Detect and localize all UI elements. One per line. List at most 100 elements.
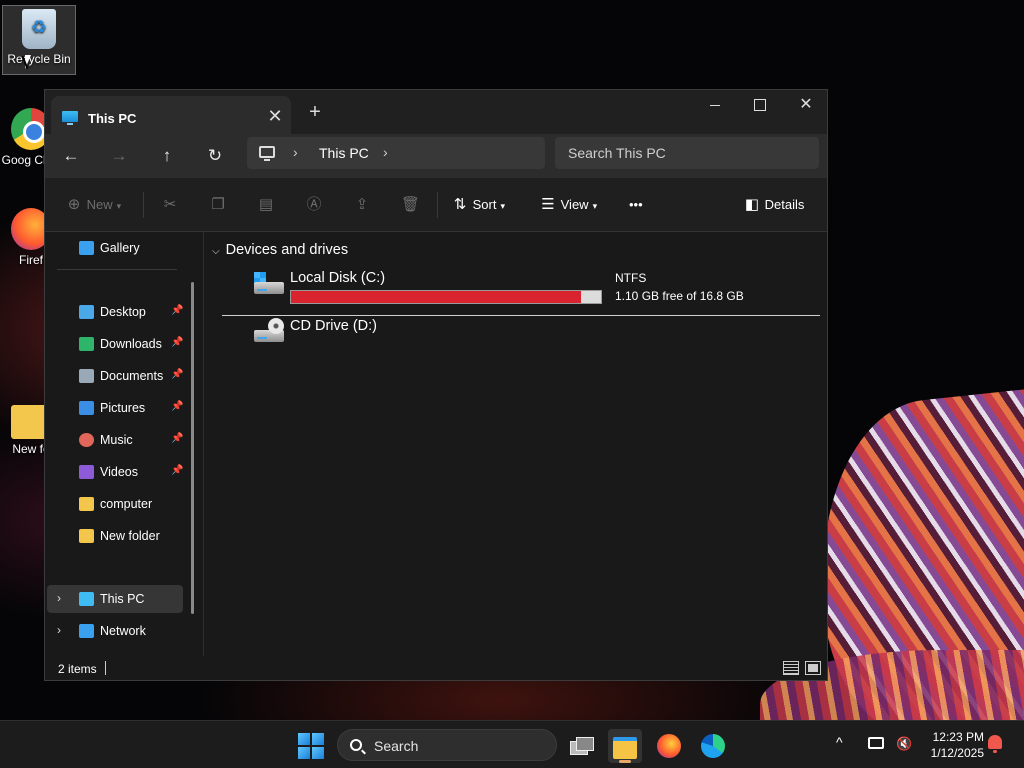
hard-drive-icon bbox=[254, 272, 284, 294]
sidebar-item-documents[interactable]: Documents 📌 bbox=[47, 362, 183, 390]
volume-muted-icon[interactable]: 🔇 bbox=[896, 736, 912, 752]
firefox-taskbar-icon[interactable] bbox=[652, 729, 686, 763]
chevron-right-icon[interactable]: › bbox=[57, 623, 61, 637]
sidebar-item-desktop[interactable]: Desktop 📌 bbox=[47, 298, 183, 326]
file-explorer-taskbar-icon[interactable] bbox=[608, 729, 642, 763]
folder-icon bbox=[79, 497, 94, 511]
sidebar-item-videos[interactable]: Videos 📌 bbox=[47, 458, 183, 486]
sort-button[interactable]: ⇅ Sort ▾ bbox=[451, 194, 505, 216]
delete-button[interactable]: 🗑 bbox=[401, 194, 421, 216]
plus-circle-icon: ⊕ bbox=[67, 196, 81, 213]
rename-button[interactable]: Ⓐ bbox=[305, 194, 323, 216]
pin-icon[interactable]: 📌 bbox=[171, 433, 183, 444]
more-options-button[interactable]: ••• bbox=[629, 194, 643, 216]
chevron-right-icon[interactable]: › bbox=[57, 591, 61, 605]
desktop-icon-recycle-bin[interactable]: Recycle Bin bbox=[2, 5, 76, 75]
toolbar-divider bbox=[437, 192, 438, 218]
paste-button[interactable]: ▤ bbox=[257, 194, 275, 216]
forward-button[interactable]: → bbox=[105, 142, 133, 170]
mouse-cursor-icon bbox=[25, 55, 31, 69]
drive-item-cd-drive[interactable]: CD Drive (D:) bbox=[252, 316, 827, 360]
pin-icon[interactable]: 📌 bbox=[171, 305, 183, 316]
sidebar-item-this-pc[interactable]: › This PC bbox=[47, 585, 183, 613]
cut-button[interactable]: ✂ bbox=[161, 194, 179, 216]
trash-icon: 🗑 bbox=[401, 196, 421, 213]
sidebar-item-label: Videos bbox=[100, 465, 138, 479]
sidebar-item-computer[interactable]: computer bbox=[47, 490, 183, 518]
sidebar-item-gallery[interactable]: Gallery bbox=[47, 234, 183, 262]
tiles-view-button[interactable] bbox=[805, 661, 821, 675]
sidebar-item-network[interactable]: › Network bbox=[47, 617, 183, 645]
sidebar-item-label: Network bbox=[100, 624, 146, 638]
view-list-icon: ☰ bbox=[541, 196, 555, 213]
show-hidden-icons-button[interactable]: ^ bbox=[836, 734, 843, 750]
sidebar-item-new-folder[interactable]: New folder bbox=[47, 522, 183, 550]
sidebar-item-label: Documents bbox=[100, 369, 164, 383]
sidebar-item-music[interactable]: Music 📌 bbox=[47, 426, 183, 454]
toolbar-divider bbox=[143, 192, 144, 218]
close-button[interactable]: ✕ bbox=[783, 92, 827, 118]
new-tab-button[interactable]: + bbox=[305, 102, 325, 123]
music-icon bbox=[79, 433, 94, 447]
details-label: Details bbox=[764, 197, 805, 212]
clipboard-icon: ▤ bbox=[258, 196, 274, 213]
sidebar-scrollbar[interactable] bbox=[191, 282, 194, 614]
taskbar-search[interactable]: Search bbox=[337, 729, 557, 761]
view-button[interactable]: ☰ View ▾ bbox=[539, 194, 597, 216]
sidebar-item-downloads[interactable]: Downloads 📌 bbox=[47, 330, 183, 358]
drive-free-space: 1.10 GB free of 16.8 GB bbox=[615, 289, 744, 303]
details-view-button[interactable] bbox=[783, 661, 799, 675]
taskbar: Search ^ 🔇 12:23 PM 1/12/2025 bbox=[0, 720, 1024, 768]
breadcrumb-chevron-icon[interactable]: › bbox=[293, 144, 298, 160]
network-icon[interactable] bbox=[868, 737, 884, 749]
search-input[interactable] bbox=[555, 137, 819, 169]
sidebar-item-label: Gallery bbox=[100, 241, 140, 255]
edge-taskbar-icon[interactable] bbox=[696, 729, 730, 763]
minimize-button[interactable] bbox=[691, 92, 737, 118]
pin-icon[interactable]: 📌 bbox=[171, 337, 183, 348]
copy-button[interactable]: ❐ bbox=[209, 194, 227, 216]
sort-icon: ⇅ bbox=[453, 196, 467, 213]
document-icon bbox=[79, 369, 94, 383]
breadcrumb-chevron-icon[interactable]: › bbox=[383, 144, 388, 160]
file-explorer-window: This PC ✕ + ✕ ← → ↑ ↻ › This PC › ⊕ New▾… bbox=[44, 89, 828, 681]
tab-this-pc[interactable]: This PC ✕ bbox=[51, 96, 291, 134]
clock-date[interactable]: 1/12/2025 bbox=[918, 746, 984, 760]
this-pc-icon bbox=[79, 592, 94, 606]
group-title: Devices and drives bbox=[225, 242, 349, 258]
search-icon bbox=[350, 739, 362, 751]
sidebar-item-pictures[interactable]: Pictures 📌 bbox=[47, 394, 183, 422]
group-header-devices[interactable]: ⌵ Devices and drives bbox=[212, 242, 348, 258]
drive-usage-fill bbox=[291, 291, 581, 303]
address-bar[interactable]: › This PC › bbox=[247, 137, 545, 169]
rename-icon: Ⓐ bbox=[306, 196, 322, 213]
title-bar[interactable]: This PC ✕ + ✕ bbox=[45, 90, 827, 134]
tab-close-button[interactable]: ✕ bbox=[265, 106, 285, 126]
maximize-button[interactable] bbox=[737, 92, 783, 118]
network-icon bbox=[79, 624, 94, 638]
sidebar-divider bbox=[57, 269, 177, 270]
taskbar-search-label: Search bbox=[374, 738, 419, 754]
new-button[interactable]: ⊕ New ▾ bbox=[65, 194, 121, 216]
status-divider bbox=[105, 661, 106, 675]
up-button[interactable]: ↑ bbox=[153, 142, 181, 170]
notification-bell-icon[interactable] bbox=[988, 735, 1002, 753]
share-button[interactable]: ⇪ bbox=[353, 194, 371, 216]
pin-icon[interactable]: 📌 bbox=[171, 465, 183, 476]
pin-icon[interactable]: 📌 bbox=[171, 401, 183, 412]
download-icon bbox=[79, 337, 94, 351]
refresh-button[interactable]: ↻ bbox=[201, 142, 229, 170]
tab-title: This PC bbox=[88, 111, 137, 126]
details-button[interactable]: ◧ Details bbox=[743, 194, 804, 216]
drive-item-local-disk[interactable]: Local Disk (C:) NTFS 1.10 GB free of 16.… bbox=[252, 268, 827, 312]
new-label: New bbox=[86, 197, 113, 212]
desktop-icon-label: Recycle Bin bbox=[7, 52, 71, 66]
clock-time[interactable]: 12:23 PM bbox=[924, 730, 984, 744]
back-button[interactable]: ← bbox=[57, 142, 85, 170]
task-view-button[interactable] bbox=[564, 729, 598, 763]
breadcrumb-this-pc[interactable]: This PC bbox=[319, 145, 369, 161]
start-button[interactable] bbox=[298, 733, 324, 759]
content-area: ⌵ Devices and drives Local Disk (C:) NTFS… bbox=[204, 232, 827, 656]
recycle-bin-icon bbox=[22, 9, 56, 49]
pin-icon[interactable]: 📌 bbox=[171, 369, 183, 380]
